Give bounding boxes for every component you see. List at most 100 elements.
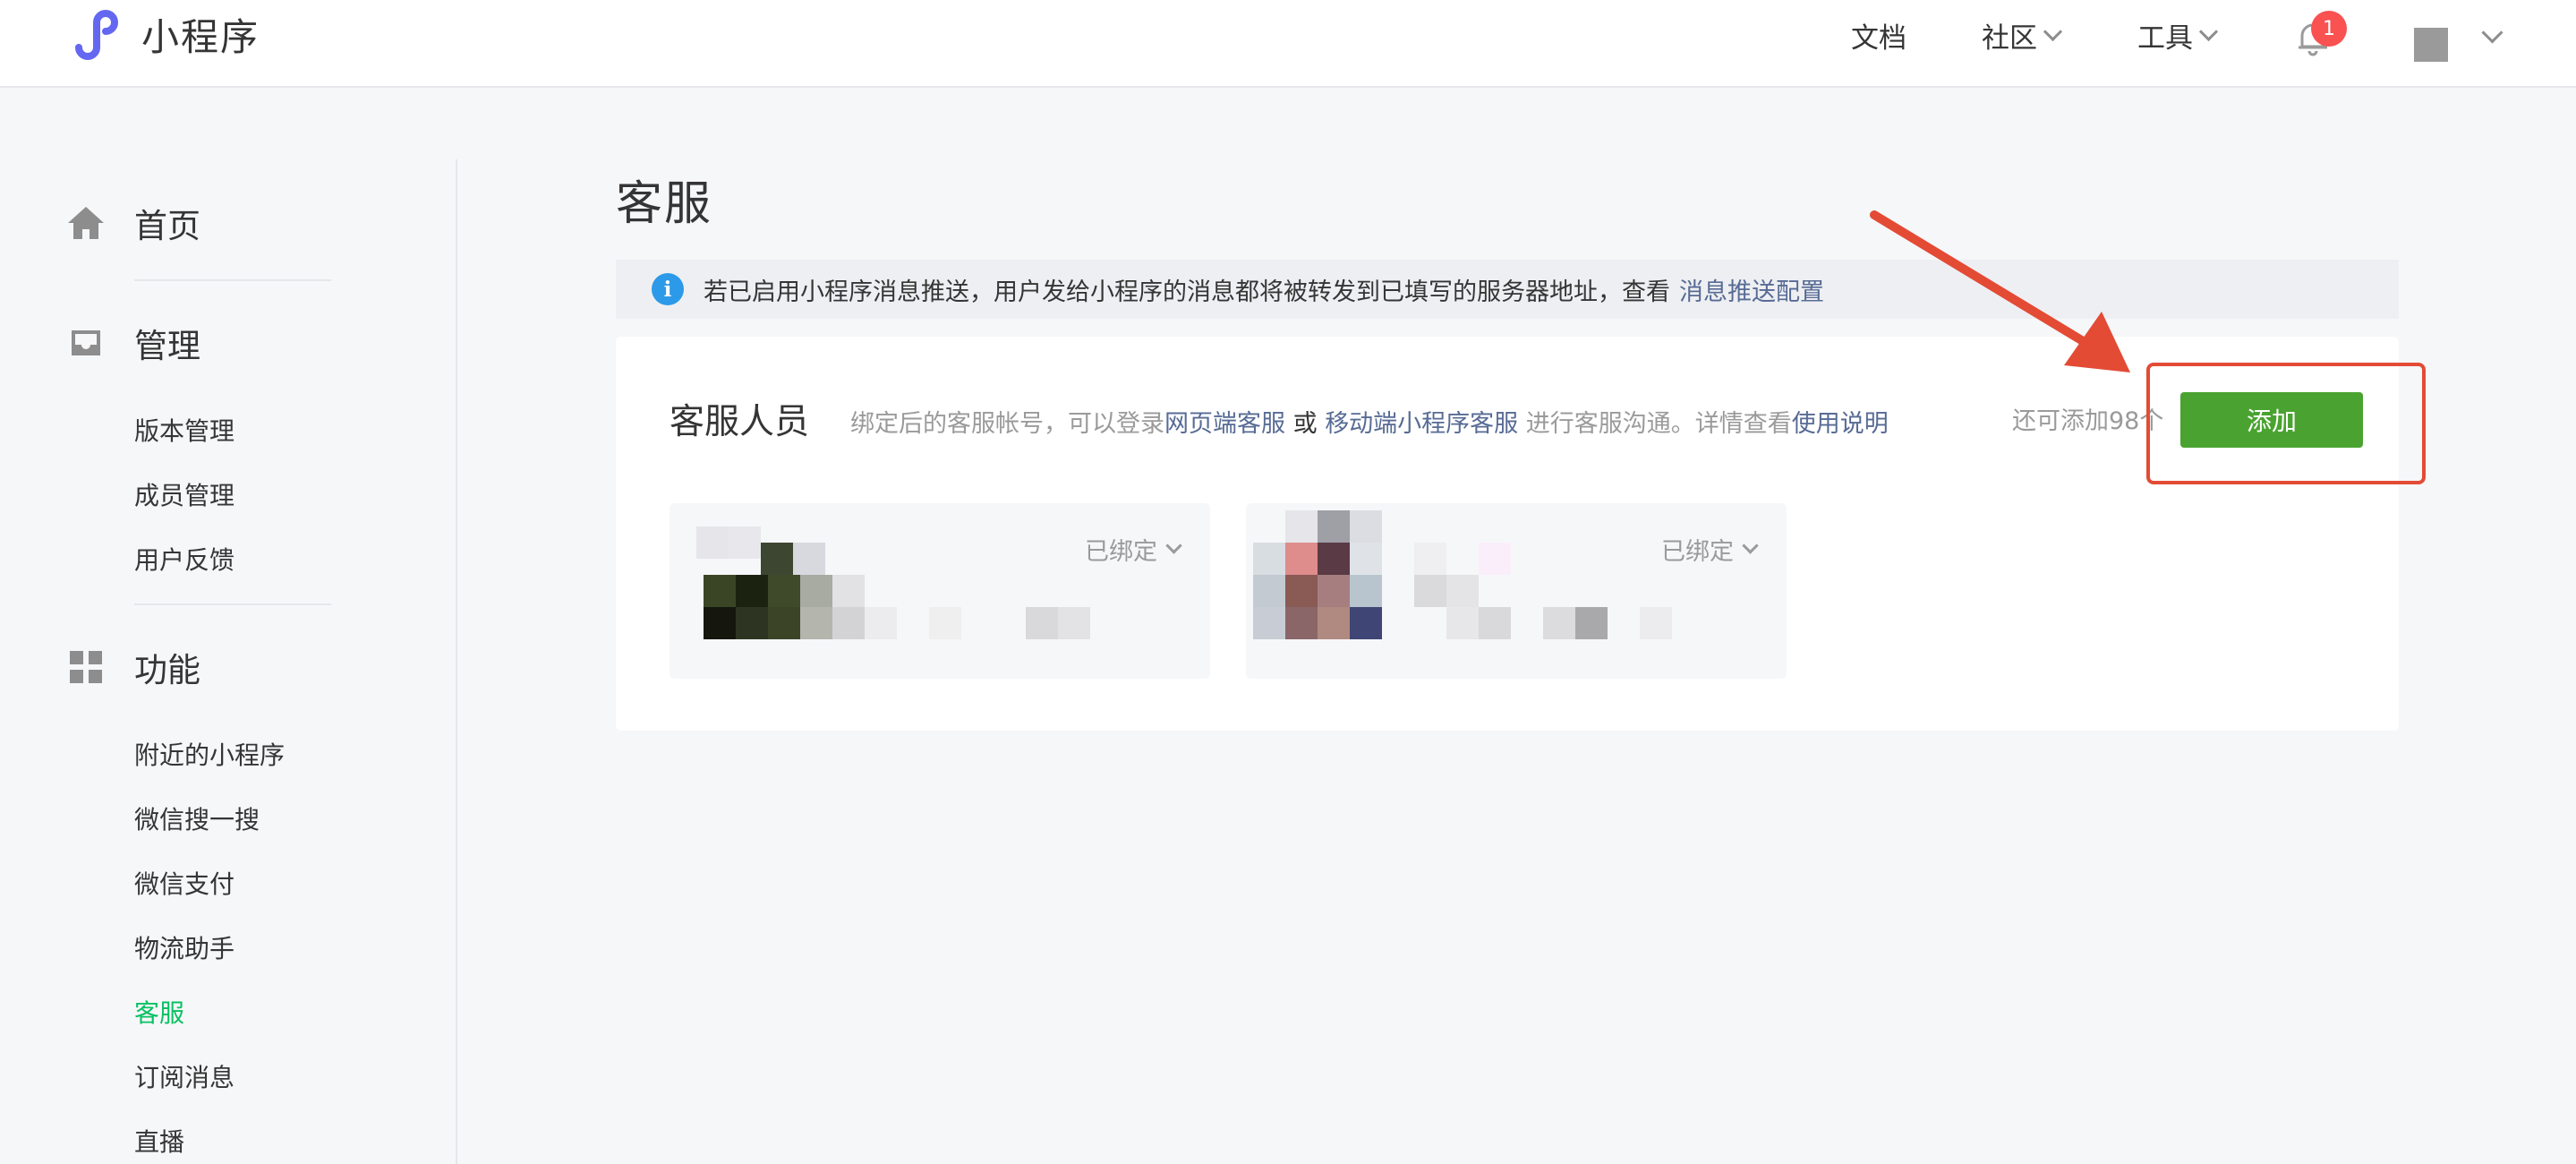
avatar-pixel: [1318, 510, 1350, 543]
avatar-pixel: [1318, 543, 1350, 575]
divider: [134, 603, 331, 605]
chevron-down-icon: [2198, 21, 2219, 41]
avatar-pixel: [1414, 543, 1446, 575]
divider: [134, 279, 331, 281]
sidebar-item-wechat-search[interactable]: 微信搜一搜: [134, 800, 260, 836]
avatar-pixel: [793, 543, 825, 575]
desc-or: 或: [1292, 410, 1318, 438]
chevron-down-icon[interactable]: [2481, 21, 2503, 44]
staff-member-card[interactable]: 已绑定: [1246, 503, 1787, 679]
staff-card-title: 客服人员: [670, 402, 810, 442]
sidebar-item-members[interactable]: 成员管理: [134, 476, 235, 512]
chevron-down-icon: [1742, 537, 1759, 554]
sidebar-item-label: 功能: [134, 651, 200, 689]
chevron-down-icon: [1165, 537, 1182, 554]
avatar-pixel: [768, 575, 800, 607]
home-icon: [66, 203, 106, 243]
message-push-config-link[interactable]: 消息推送配置: [1679, 272, 1824, 307]
nav-tools[interactable]: 工具: [2137, 11, 2219, 59]
avatar-pixel: [1253, 607, 1285, 639]
sidebar-item-home[interactable]: 首页: [66, 199, 200, 247]
sidebar-item-wechat-pay[interactable]: 微信支付: [134, 865, 235, 901]
avatar-pixel: [1414, 575, 1446, 607]
bind-status-label: 已绑定: [1661, 538, 1734, 566]
avatar-pixel: [800, 575, 832, 607]
mini-program-logo-icon: [75, 10, 118, 60]
mobile-customer-service-link[interactable]: 移动端小程序客服: [1325, 410, 1518, 438]
sidebar-item-nearby[interactable]: 附近的小程序: [134, 736, 285, 772]
avatar-pixel: [761, 543, 793, 575]
chevron-down-icon: [2043, 21, 2063, 41]
avatar-pixel: [832, 575, 865, 607]
grid-icon: [66, 647, 106, 687]
sidebar-item-version[interactable]: 版本管理: [134, 412, 235, 448]
avatar-pixel: [832, 607, 865, 639]
avatar-pixel: [696, 526, 729, 559]
avatar-pixel: [865, 607, 897, 639]
avatar-pixel: [929, 607, 961, 639]
sidebar-divider: [456, 159, 457, 1164]
bind-status-dropdown[interactable]: 已绑定: [1661, 532, 1759, 567]
web-customer-service-link[interactable]: 网页端客服: [1164, 410, 1285, 438]
sidebar-item-label: 首页: [134, 207, 200, 245]
avatar-pixel: [729, 526, 761, 559]
bind-status-label: 已绑定: [1085, 538, 1157, 566]
avatar-pixel: [1446, 575, 1479, 607]
bind-status-dropdown[interactable]: 已绑定: [1085, 532, 1182, 567]
sidebar-item-customer-service[interactable]: 客服: [134, 994, 184, 1030]
avatar-pixel: [1285, 575, 1318, 607]
remaining-count: 还可添加98个: [2012, 407, 2164, 435]
avatar[interactable]: [2414, 28, 2448, 62]
avatar-pixel: [1285, 543, 1318, 575]
nav-community[interactable]: 社区: [1982, 11, 2063, 59]
avatar-pixel: [1350, 607, 1382, 639]
avatar-pixel: [1479, 543, 1511, 575]
sidebar-item-features[interactable]: 功能: [66, 643, 200, 691]
nav-community-label: 社区: [1982, 21, 2037, 55]
annotation-highlight-box: [2146, 363, 2426, 484]
avatar-pixel: [1318, 575, 1350, 607]
avatar-pixel: [1058, 607, 1090, 639]
staff-member-card[interactable]: 已绑定: [670, 503, 1210, 679]
notification-badge: 1: [2311, 11, 2347, 47]
nav-docs-label: 文档: [1851, 21, 1906, 55]
avatar-pixel: [1446, 607, 1479, 639]
staff-card-description: 绑定后的客服帐号，可以登录网页端客服 或 移动端小程序客服 进行客服沟通。详情查…: [850, 404, 1889, 439]
sidebar-item-management[interactable]: 管理: [66, 319, 200, 367]
avatar-pixel: [736, 607, 768, 639]
avatar-pixel: [1285, 607, 1318, 639]
inbox-icon: [66, 323, 106, 363]
nav-tools-label: 工具: [2137, 21, 2193, 55]
top-header: 小程序 文档 社区 工具 1: [0, 0, 2576, 88]
avatar-pixel: [1543, 607, 1575, 639]
page-title: 客服: [616, 177, 713, 231]
desc-prefix: 绑定后的客服帐号，可以登录: [850, 410, 1164, 438]
logo[interactable]: 小程序: [66, 5, 260, 63]
info-icon: i: [652, 273, 684, 305]
annotation-arrow-icon: [1870, 210, 2130, 372]
avatar-pixel: [1575, 607, 1608, 639]
avatar-pixel: [768, 607, 800, 639]
avatar-pixel: [1640, 607, 1672, 639]
avatar-pixel: [800, 607, 832, 639]
avatar-pixel: [1479, 607, 1511, 639]
sidebar-item-logistics[interactable]: 物流助手: [134, 929, 235, 965]
sidebar-item-label: 管理: [134, 327, 200, 365]
avatar-pixel: [1285, 510, 1318, 543]
sidebar-item-feedback[interactable]: 用户反馈: [134, 541, 235, 577]
avatar-pixel: [1026, 607, 1058, 639]
avatar-pixel: [1350, 510, 1382, 543]
desc-suffix: 进行客服沟通。详情查看: [1525, 410, 1792, 438]
logo-text: 小程序: [141, 14, 260, 59]
sidebar-item-live[interactable]: 直播: [134, 1123, 184, 1159]
usage-guide-link[interactable]: 使用说明: [1792, 410, 1889, 438]
avatar-pixel: [1350, 575, 1382, 607]
avatar-pixel: [704, 575, 736, 607]
nav-docs[interactable]: 文档: [1851, 11, 1906, 59]
sidebar-item-subscribe-message[interactable]: 订阅消息: [134, 1058, 235, 1094]
avatar-pixel: [704, 607, 736, 639]
notice-text: 若已启用小程序消息推送，用户发给小程序的消息都将被转发到已填写的服务器地址，查看: [704, 278, 1670, 306]
avatar-pixel: [1318, 607, 1350, 639]
avatar-pixel: [1253, 575, 1285, 607]
staff-card: 客服人员 绑定后的客服帐号，可以登录网页端客服 或 移动端小程序客服 进行客服沟…: [616, 337, 2399, 731]
